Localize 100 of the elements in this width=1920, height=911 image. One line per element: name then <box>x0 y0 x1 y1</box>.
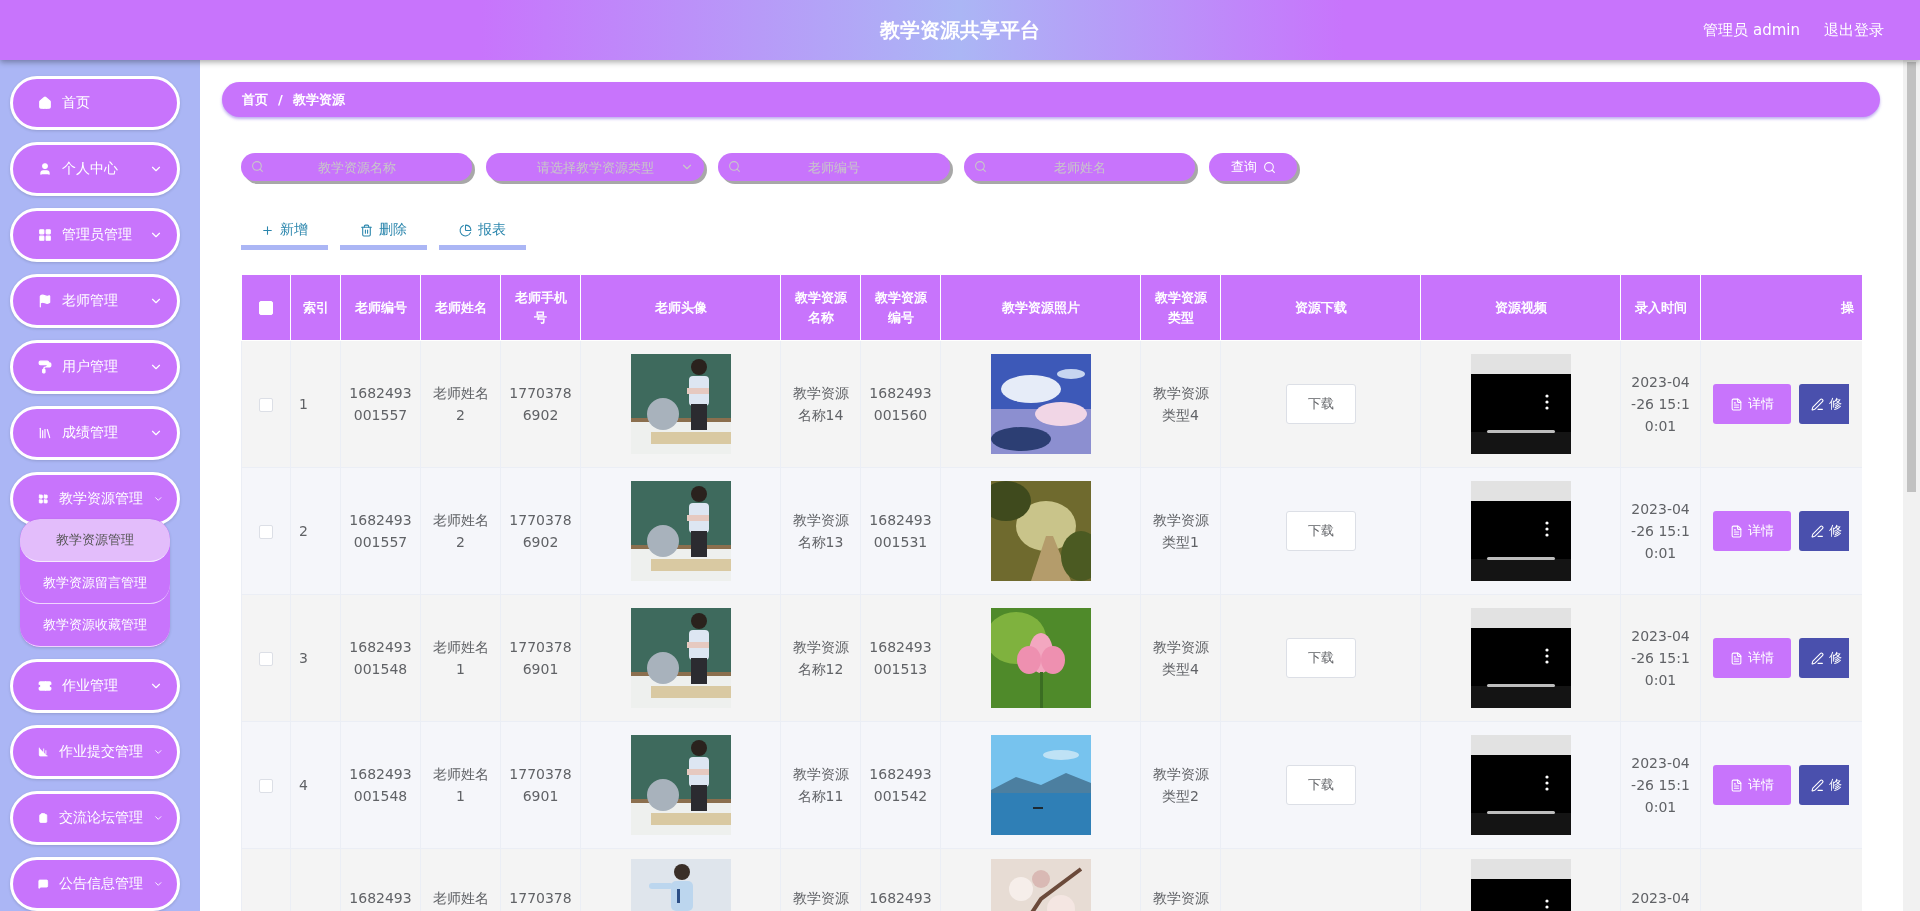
column-header: 教学资源编号 <box>874 289 927 325</box>
search-button[interactable]: 查询 <box>1209 153 1298 181</box>
roller-icon <box>38 360 52 374</box>
books-icon <box>38 426 52 440</box>
detail-button[interactable]: 详情 <box>1713 384 1791 424</box>
table-cell: 1 <box>299 396 308 412</box>
detail-button[interactable]: 详情 <box>1713 638 1791 678</box>
row-checkbox[interactable] <box>259 652 273 666</box>
download-button[interactable]: 下载 <box>1285 638 1356 678</box>
pen-icon <box>1811 524 1824 538</box>
column-header: 教学资源类型 <box>1154 289 1207 325</box>
table-cell: 教学资源类型1 <box>1152 512 1209 550</box>
table-cell: 1682493001513 <box>869 639 932 677</box>
table-cell: 2023-04-26 15:10:01 <box>1631 755 1690 815</box>
sidebar-item[interactable]: 首页 <box>10 76 180 130</box>
column-header: 资源视频 <box>1494 299 1547 315</box>
search-field[interactable]: 教学资源名称 <box>241 153 473 181</box>
table-cell: 教学资源类型4 <box>1152 639 1209 677</box>
search-icon <box>251 160 264 173</box>
clipboard-icon <box>38 811 49 825</box>
table-cell: 教学资源名称11 <box>792 766 849 804</box>
table-cell: 老师姓名2 <box>432 385 489 423</box>
detail-button[interactable]: 详情 <box>1713 511 1791 551</box>
breadcrumb-separator: / <box>278 92 283 107</box>
table-cell: 老师姓名2 <box>432 512 489 550</box>
column-header: 操 <box>1841 299 1854 315</box>
table-cell: 老师姓名1 <box>432 639 489 677</box>
app-title: 教学资源共享平台 <box>880 16 1040 44</box>
table-cell: 1682493001548 <box>349 639 412 677</box>
search-icon <box>973 160 987 173</box>
column-header: 资源下载 <box>1294 299 1347 315</box>
sidebar-item[interactable]: 成绩管理 <box>10 406 180 460</box>
search-icon <box>728 160 742 173</box>
table-cell: 2023-04-26 15:10:01 <box>1631 374 1690 434</box>
document-icon <box>1730 778 1743 792</box>
table-cell: 1682493001560 <box>869 385 932 423</box>
type-select[interactable]: 请选择教学资源类型 <box>486 153 705 181</box>
pie-chart-icon <box>459 223 472 237</box>
column-header: 录入时间 <box>1634 299 1687 315</box>
column-header: 教学资源照片 <box>1001 299 1080 315</box>
submenu-item[interactable]: 教学资源管理 <box>20 519 170 562</box>
pen-icon <box>1811 651 1824 665</box>
column-header: 老师手机号 <box>514 289 567 325</box>
edit-button[interactable]: 修 <box>1799 638 1849 678</box>
sidebar-item[interactable]: 管理员管理 <box>10 208 180 262</box>
select-all-checkbox[interactable] <box>259 301 273 315</box>
row-checkbox[interactable] <box>259 525 273 539</box>
sidebar-item[interactable]: 老师管理 <box>10 274 180 328</box>
document-icon <box>1730 524 1743 538</box>
logout-link[interactable]: 退出登录 <box>1824 20 1884 40</box>
sidebar-item[interactable]: 用户管理 <box>10 340 180 394</box>
row-checkbox[interactable] <box>259 779 273 793</box>
table-cell: 1770378 <box>509 890 572 906</box>
column-header: 教学资源名称 <box>794 289 847 325</box>
table-cell: 1682493 <box>869 890 932 906</box>
download-button[interactable]: 下载 <box>1285 511 1356 551</box>
table-cell: 2023-04-26 15:10:01 <box>1631 501 1690 561</box>
breadcrumb-link[interactable]: 教学资源 <box>292 90 345 109</box>
home-icon <box>38 96 52 110</box>
sidebar-item[interactable]: 教学资源管理 <box>10 472 180 526</box>
row-checkbox[interactable] <box>259 398 273 412</box>
edit-button[interactable]: 修 <box>1799 384 1849 424</box>
table-cell: 教学资源名称13 <box>792 512 849 550</box>
table-cell: 17703786901 <box>509 766 572 804</box>
edit-button[interactable]: 修 <box>1799 511 1849 551</box>
scrollbar[interactable] <box>1903 60 1920 911</box>
document-icon <box>1730 397 1743 411</box>
table-cell: 1682493001557 <box>349 512 412 550</box>
plus-icon <box>261 223 274 237</box>
table-cell: 17703786901 <box>509 639 572 677</box>
edit-button[interactable]: 修 <box>1799 765 1849 805</box>
search-field[interactable]: 老师编号 <box>718 153 950 181</box>
table-cell: 4 <box>299 777 308 793</box>
grid-icon <box>38 492 49 506</box>
table-cell: 教学资源名称14 <box>792 385 849 423</box>
sidebar-item[interactable]: 作业管理 <box>10 659 180 713</box>
column-header: 索引 <box>302 299 329 315</box>
detail-button[interactable]: 详情 <box>1713 765 1791 805</box>
grid-icon <box>38 228 52 242</box>
table-cell: 老师姓名1 <box>432 766 489 804</box>
table-cell: 1682493 <box>349 890 412 906</box>
table-cell: 老师姓名 <box>432 890 489 906</box>
download-button[interactable]: 下载 <box>1285 765 1356 805</box>
table-cell: 教学资源类型4 <box>1152 385 1209 423</box>
user-label: 管理员 admin <box>1703 20 1800 40</box>
sidebar-item[interactable]: 作业提交管理 <box>10 725 180 779</box>
breadcrumb-link[interactable]: 首页 <box>242 90 268 109</box>
download-button[interactable]: 下载 <box>1285 384 1356 424</box>
user-icon <box>38 162 52 176</box>
table-cell: 教学资源名称12 <box>792 639 849 677</box>
ticket-icon <box>38 679 52 693</box>
table-cell: 教学资源类型2 <box>1152 766 1209 804</box>
sidebar-item[interactable]: 交流论坛管理 <box>10 791 180 845</box>
chat-icon <box>38 877 49 891</box>
sidebar-item[interactable]: 公告信息管理 <box>10 857 180 911</box>
sidebar-item[interactable]: 个人中心 <box>10 142 180 196</box>
table-cell: 17703786902 <box>509 512 572 550</box>
table-cell: 2023-04 <box>1631 890 1690 906</box>
search-field[interactable]: 老师姓名 <box>963 153 1196 181</box>
table-cell: 1682493001542 <box>869 766 932 804</box>
